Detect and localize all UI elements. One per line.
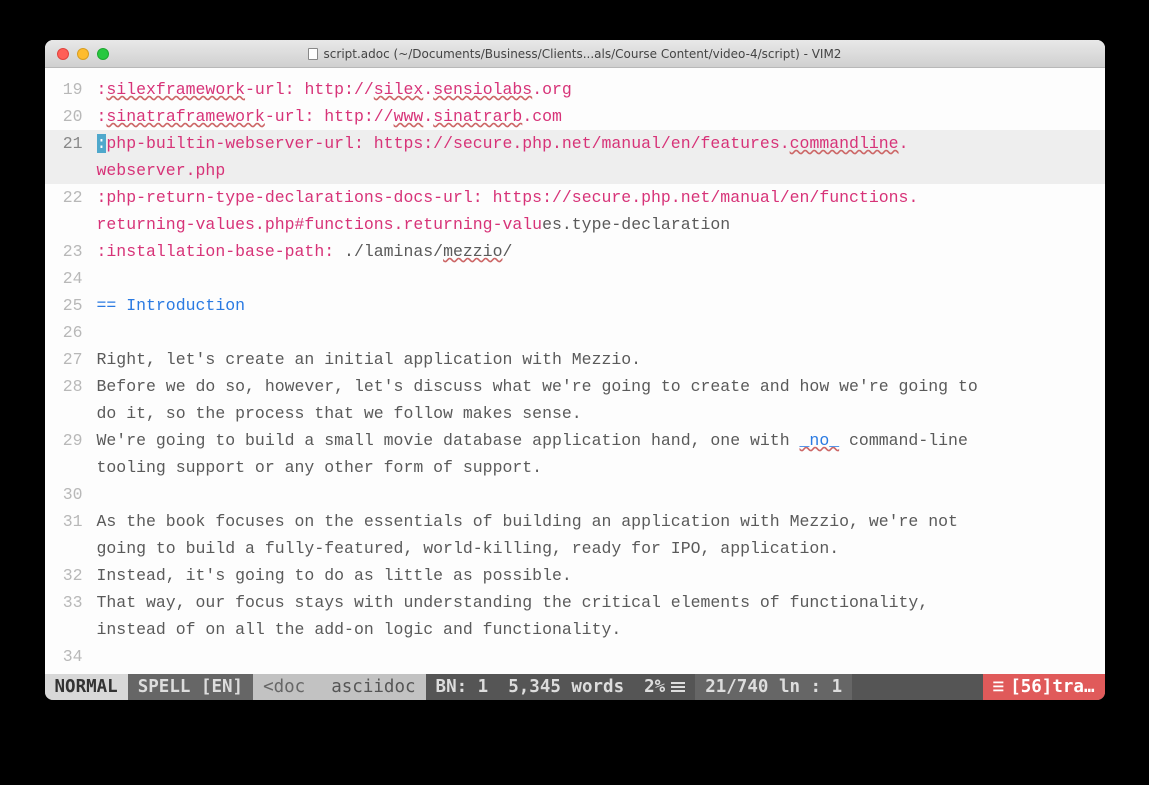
file-icon [308,48,318,60]
code-line-wrap[interactable]: 00 returning-values.php#functions.return… [45,211,1105,238]
code-line[interactable]: 20 :sinatraframework-url: http://www.sin… [45,103,1105,130]
editor-window: script.adoc (~/Documents/Business/Client… [45,40,1105,700]
line-number: 19 [45,76,97,103]
doc-indicator: <doc [253,674,315,700]
hamburger-icon [671,682,685,692]
cursor-position: 21/740 ln : 1 [695,674,852,700]
line-number: 23 [45,238,97,265]
line-number: 26 [45,319,97,346]
code-line[interactable]: 27 Right, let's create an initial applic… [45,346,1105,373]
line-number: 21 [45,130,97,157]
code-line[interactable]: 25 == Introduction [45,292,1105,319]
code-line[interactable]: 28 Before we do so, however, let's discu… [45,373,1105,400]
scroll-percent: 2% [634,674,695,700]
line-number: 31 [45,508,97,535]
code-line[interactable]: 24 [45,265,1105,292]
code-line[interactable]: 29 We're going to build a small movie da… [45,427,1105,454]
window-title-text: script.adoc (~/Documents/Business/Client… [324,47,842,61]
line-number: 28 [45,373,97,400]
code-line[interactable]: 34 [45,643,1105,670]
line-number: 32 [45,562,97,589]
line-number: 20 [45,103,97,130]
code-line[interactable]: 26 [45,319,1105,346]
code-line-current[interactable]: 21 :php-builtin-webserver-url: https://s… [45,130,1105,157]
code-line-wrap[interactable]: 00 tooling support or any other form of … [45,454,1105,481]
warning-icon: ☰ [993,680,1005,695]
code-line[interactable]: 32 Instead, it's going to do as little a… [45,562,1105,589]
line-number: 24 [45,265,97,292]
line-number: 34 [45,643,97,670]
code-line[interactable]: 33 That way, our focus stays with unders… [45,589,1105,616]
code-line[interactable]: 31 As the book focuses on the essentials… [45,508,1105,535]
vim-mode: NORMAL [45,674,128,700]
titlebar[interactable]: script.adoc (~/Documents/Business/Client… [45,40,1105,68]
buffer-number: BN: 1 [426,674,499,700]
trailing-whitespace-indicator: ☰ [56]tra… [983,674,1105,700]
code-line-wrap[interactable]: 00 going to build a fully-featured, worl… [45,535,1105,562]
line-number: 30 [45,481,97,508]
line-number: 22 [45,184,97,211]
word-count: 5,345 words [498,674,634,700]
status-bar: NORMAL SPELL [EN] <doc asciidoc BN: 1 5,… [45,674,1105,700]
code-line-wrap[interactable]: 00 do it, so the process that we follow … [45,400,1105,427]
code-line[interactable]: 22 :php-return-type-declarations-docs-ur… [45,184,1105,211]
window-title: script.adoc (~/Documents/Business/Client… [45,47,1105,61]
line-number: 29 [45,427,97,454]
code-line-wrap[interactable]: 00 webserver.php [45,157,1105,184]
code-line-wrap[interactable]: 00 instead of on all the add-on logic an… [45,616,1105,643]
spell-indicator: SPELL [EN] [128,674,253,700]
code-line[interactable]: 19 :silexframework-url: http://silex.sen… [45,76,1105,103]
line-number: 27 [45,346,97,373]
heading: == Introduction [97,296,246,315]
code-line[interactable]: 23 :installation-base-path: ./laminas/me… [45,238,1105,265]
cursor: : [97,134,107,153]
filetype-indicator: asciidoc [315,674,425,700]
line-number: 33 [45,589,97,616]
code-line[interactable]: 30 [45,481,1105,508]
line-number: 25 [45,292,97,319]
editor-area[interactable]: 19 :silexframework-url: http://silex.sen… [45,68,1105,674]
